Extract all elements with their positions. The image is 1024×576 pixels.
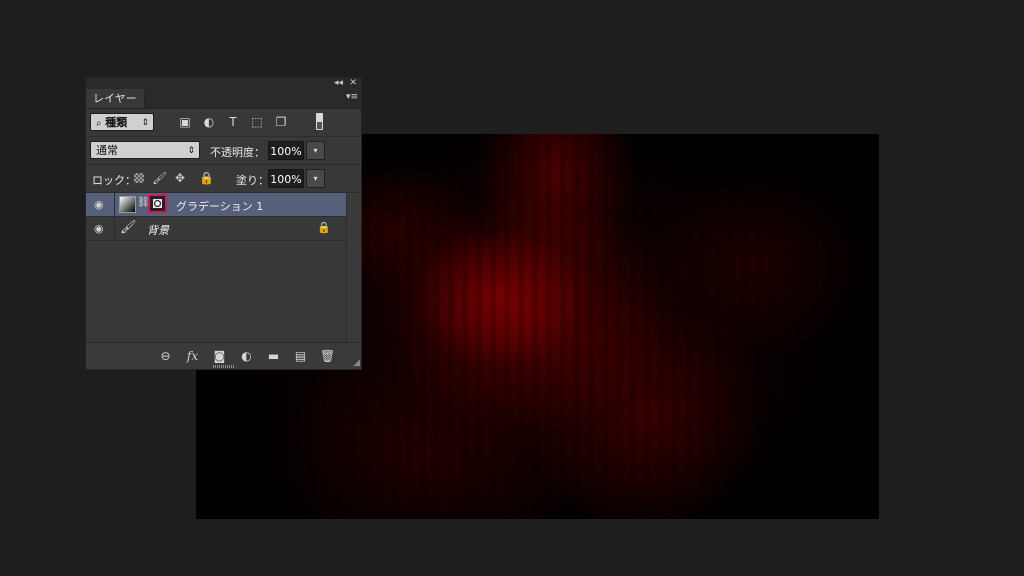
updown-arrow-icon: ⇕ — [187, 146, 195, 156]
layer-name[interactable]: グラデーション 1 — [176, 198, 263, 214]
opacity-input[interactable]: 100% — [268, 141, 304, 160]
layers-panel: ◂◂ ✕ レイヤー ▾≡ ⌕ 種類 ⇕ ▣ ◐ T ⬚ ❐ 通常 ⇕ 不透明度：… — [85, 77, 362, 370]
panel-footer: ⊖ fx ◙ ◐ ▬ ▤ 🗑 ◢ — [86, 342, 361, 369]
layers-list: ◉ ⛓ グラデーション 1 ◉ 🖌 背景 🔒 — [86, 193, 347, 343]
close-icon[interactable]: ✕ — [349, 77, 357, 89]
lock-move-icon[interactable]: ✥ — [175, 171, 185, 185]
collapse-icon[interactable]: ◂◂ — [334, 77, 343, 89]
adjustment-layer-icon[interactable]: ◐ — [239, 349, 254, 363]
link-layers-icon[interactable]: ⊖ — [158, 349, 173, 363]
filter-toggle[interactable] — [316, 113, 323, 130]
lock-all-icon[interactable]: 🔒 — [199, 171, 214, 185]
opacity-label: 不透明度： — [210, 146, 265, 159]
search-icon: ⌕ — [96, 118, 102, 129]
eye-icon: ◉ — [94, 198, 104, 211]
visibility-toggle[interactable]: ◉ — [86, 217, 115, 240]
type-filter-icon[interactable]: T — [226, 115, 240, 129]
layer-row-background[interactable]: ◉ 🖌 背景 🔒 — [86, 217, 347, 241]
adjustment-filter-icon[interactable]: ◐ — [202, 115, 216, 129]
fill-input[interactable]: 100% — [268, 169, 304, 188]
new-layer-icon[interactable]: ▤ — [293, 349, 308, 363]
tab-layers[interactable]: レイヤー — [86, 89, 145, 108]
opacity-dropdown-button[interactable]: ▾ — [306, 141, 325, 160]
lock-icon: 🔒 — [317, 221, 331, 234]
panel-menu-icon[interactable]: ▾≡ — [346, 92, 358, 102]
visibility-toggle[interactable]: ◉ — [86, 193, 115, 216]
updown-arrow-icon: ⇕ — [141, 118, 149, 128]
blend-mode-select[interactable]: 通常 ⇕ — [90, 141, 200, 159]
lock-label: ロック： — [92, 174, 136, 187]
fill-label: 塗り： — [236, 174, 269, 187]
filter-kind-label: 種類 — [105, 116, 128, 129]
layer-row-gradient[interactable]: ◉ ⛓ グラデーション 1 — [86, 193, 347, 217]
folder-icon[interactable]: ▬ — [266, 349, 281, 363]
lock-row: ロック： 🖌 ✥ 🔒 塗り： 100% ▾ — [86, 165, 361, 193]
gradient-thumbnail[interactable] — [119, 196, 136, 213]
filter-kind-select[interactable]: ⌕ 種類 ⇕ — [90, 113, 154, 131]
panel-tab-row: レイヤー ▾≡ — [86, 89, 361, 109]
lock-transparent-icon[interactable] — [134, 173, 144, 183]
blend-row: 通常 ⇕ 不透明度： 100% ▾ — [86, 137, 361, 165]
layers-scrollbar[interactable] — [346, 193, 361, 343]
eye-icon: ◉ — [94, 222, 104, 235]
image-filter-icon[interactable]: ▣ — [178, 115, 192, 129]
filter-row: ⌕ 種類 ⇕ ▣ ◐ T ⬚ ❐ — [86, 109, 361, 137]
fill-dropdown-button[interactable]: ▾ — [306, 169, 325, 188]
add-mask-icon[interactable]: ◙ — [212, 349, 227, 363]
layer-name[interactable]: 背景 — [147, 222, 169, 238]
fx-icon[interactable]: fx — [185, 349, 200, 363]
lock-brush-icon[interactable]: 🖌 — [152, 171, 167, 185]
panel-grip[interactable] — [212, 365, 235, 368]
resize-grip-icon[interactable]: ◢ — [353, 358, 360, 368]
panel-titlebar[interactable]: ◂◂ ✕ — [86, 78, 361, 89]
trash-icon[interactable]: 🗑 — [320, 349, 335, 363]
layer-mask-thumbnail[interactable] — [148, 194, 167, 213]
shape-filter-icon[interactable]: ⬚ — [250, 115, 264, 129]
blend-mode-value: 通常 — [96, 144, 118, 157]
smart-object-filter-icon[interactable]: ❐ — [274, 115, 288, 129]
brush-icon: 🖌 — [120, 220, 137, 235]
